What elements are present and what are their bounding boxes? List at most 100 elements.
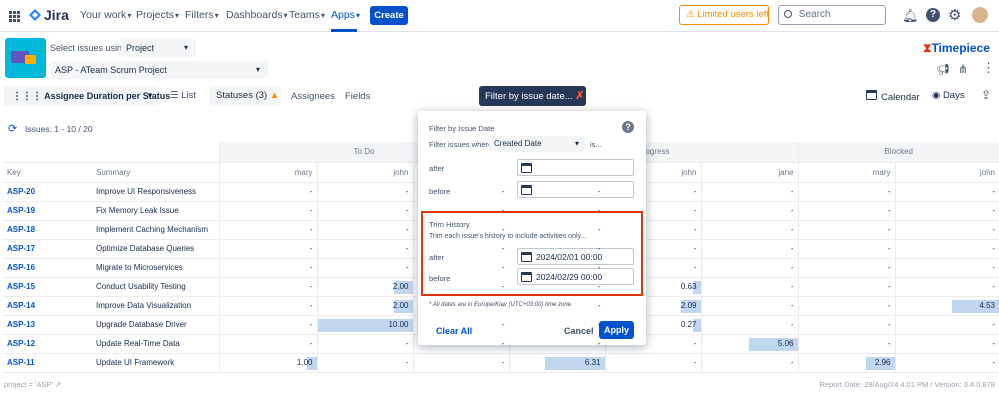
apply-button[interactable]: Apply [599,321,634,339]
trim-before-input[interactable]: 2024/02/29 00:00 [517,268,634,285]
duration-value: - [790,301,794,310]
jira-brand[interactable]: Jira [44,7,69,23]
duration-cell: - [894,315,999,335]
notifications-icon[interactable]: 🔔︎ [902,8,919,24]
duration-value: - [992,282,995,291]
statuses-button[interactable]: Statuses (3) ▲ [209,86,281,106]
duration-cell: - [218,315,317,335]
before-label: before [429,187,451,196]
help-icon[interactable]: ? [926,8,940,22]
trim-after-value: 2024/02/01 00:00 [536,251,603,262]
assignees-button[interactable]: Assignees [291,91,335,102]
issue-key-link[interactable]: ASP-15 [3,277,92,297]
filter-after-input[interactable] [517,159,634,176]
search-input[interactable]: Search [778,5,886,25]
duration-value: - [693,225,697,234]
fields-button[interactable]: Fields [345,91,370,102]
duration-value: - [693,244,697,253]
duration-cell: - [894,258,999,278]
column-header-todo-mary: mary [218,162,317,183]
issue-key-link[interactable]: ASP-12 [3,334,92,354]
report-type-dropdown[interactable]: ⋮⋮⋮ Assignee Duration per Status ▾ [4,86,170,106]
filter-by-issue-date-button[interactable]: Filter by issue date... ✗ [479,86,586,106]
chevron-down-icon: ▾ [283,11,288,20]
issue-key-link[interactable]: ASP-16 [3,258,92,278]
refresh-icon[interactable]: ⟳ [8,122,17,135]
jira-logo-icon[interactable] [29,9,41,22]
duration-value: 5.06 [777,339,794,348]
issue-key-link[interactable]: ASP-11 [3,353,92,373]
duration-value: - [501,206,505,215]
announcement-icon[interactable]: 📢︎ [936,63,950,76]
nav-your-work[interactable]: Your work▾ [80,9,131,21]
days-button[interactable]: ◉ Days [932,90,965,101]
jql-query-text: project = 'ASP' [4,380,53,389]
limited-users-button[interactable]: ⚠ Limited users left [679,5,769,25]
source-select[interactable]: Project ▾ [121,39,196,57]
issue-key-link[interactable]: ASP-20 [3,182,92,202]
duration-value: - [309,225,313,234]
filter-by-issue-date-popup: Filter by Issue Date ? Filter issues whe… [418,111,646,345]
issue-key-link[interactable]: ASP-13 [3,315,92,335]
duration-value: - [790,244,794,253]
filter-where-label: Filter issues where [429,140,493,149]
issue-summary: Migrate to Microservices [92,258,219,278]
duration-value: - [309,301,313,310]
nav-apps[interactable]: Apps▾ [331,9,360,21]
project-select[interactable]: ASP - ATeam Scrum Project ▾ [50,61,268,79]
nav-projects[interactable]: Projects▾ [136,9,179,21]
nav-dashboards[interactable]: Dashboards▾ [226,9,288,21]
issues-count: Issues: 1 - 10 / 20 [25,124,93,134]
eye-icon: ◉ [932,90,941,101]
jql-query: project = 'ASP' ↗ [4,380,61,389]
create-button[interactable]: Create [370,6,408,25]
nav-filters[interactable]: Filters▾ [185,9,219,21]
avatar[interactable] [972,7,988,23]
clear-filter-icon[interactable]: ✗ [575,90,584,102]
duration-cell: - [797,239,895,259]
duration-value: 6.31 [584,358,601,367]
share-icon[interactable]: ⋔ [958,62,968,76]
chevron-down-icon: ▾ [255,65,260,74]
duration-value: 0.27 [680,320,697,329]
duration-cell: - [316,258,413,278]
filter-before-input[interactable] [517,181,634,198]
trim-after-input[interactable]: 2024/02/01 00:00 [517,248,634,265]
duration-value: - [309,206,313,215]
cancel-button[interactable]: Cancel [564,326,594,336]
timepiece-brand-name: Timepiece [931,41,990,55]
duration-value: - [887,206,891,215]
issue-summary: Fix Memory Leak Issue [92,201,219,221]
issue-summary: Improve Data Visualization [92,296,219,316]
duration-cell: 6.31 [508,353,605,373]
issue-key-link[interactable]: ASP-19 [3,201,92,221]
issue-key-link[interactable]: ASP-14 [3,296,92,316]
list-button[interactable]: ☰ List [170,90,196,101]
external-link-icon[interactable]: ↗ [55,380,61,389]
help-icon[interactable]: ? [622,121,634,133]
nav-apps-label: Apps [331,9,355,21]
duration-cell: - [700,296,798,316]
nav-teams-label: Teams [289,9,320,21]
chevron-down-icon: ▾ [127,11,132,20]
issue-key-link[interactable]: ASP-17 [3,239,92,259]
duration-cell: - [700,220,798,240]
duration-cell: - [218,220,317,240]
calendar-button[interactable]: Calendar [866,90,920,103]
clear-all-button[interactable]: Clear All [436,326,472,336]
duration-value: - [790,225,794,234]
app-switcher-icon[interactable] [9,11,20,22]
duration-value: - [887,263,891,272]
duration-value: - [309,244,313,253]
more-options-icon[interactable]: ⋮ [982,60,995,76]
nav-your-work-label: Your work [80,9,127,21]
duration-cell: - [412,353,509,373]
duration-value: - [887,187,891,196]
settings-icon[interactable]: ⚙ [948,6,961,24]
duration-cell: - [700,201,798,221]
date-field-select[interactable]: Created Date ▾ [489,136,585,152]
duration-cell: - [316,201,413,221]
issue-key-link[interactable]: ASP-18 [3,220,92,240]
export-icon[interactable]: ⇪ [981,88,991,102]
nav-teams[interactable]: Teams▾ [289,9,325,21]
